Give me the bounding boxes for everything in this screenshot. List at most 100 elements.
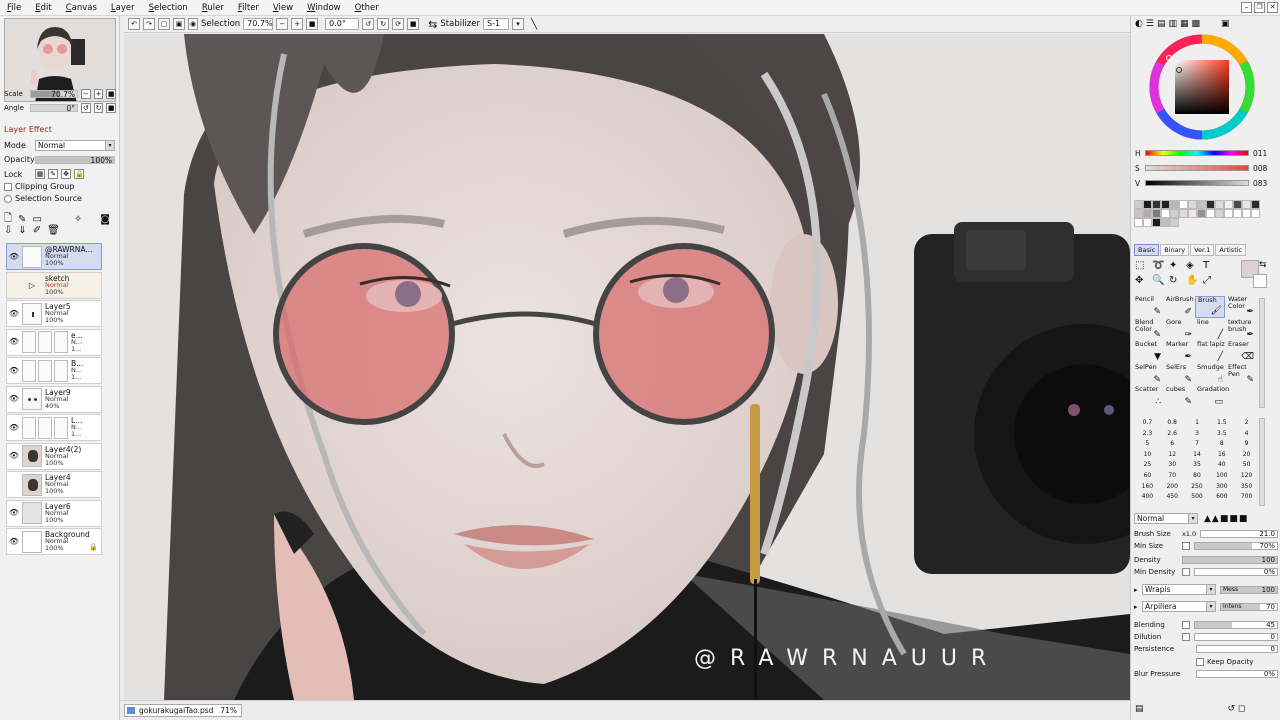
close-icon[interactable]: ▣ xyxy=(1221,19,1230,29)
brush-size-preset[interactable]: 1 xyxy=(1185,418,1210,429)
tool-selers[interactable]: SelErs ✎ xyxy=(1164,363,1194,386)
tool-eraser[interactable]: Eraser ⌫ xyxy=(1226,341,1256,363)
rotate-icon[interactable]: ↻ xyxy=(1169,275,1186,286)
tool-blend-color[interactable]: Blend Color ✎ xyxy=(1133,318,1163,341)
brush-size-preset[interactable]: 30 xyxy=(1160,460,1185,471)
color-swatch[interactable] xyxy=(1179,200,1188,209)
layer-row[interactable]: 👁 Layer5 Normal 100% xyxy=(6,300,102,327)
menu-canvas[interactable]: Canvas xyxy=(59,3,104,13)
color-swatch[interactable] xyxy=(1143,218,1152,227)
eye-icon[interactable]: 👁 xyxy=(8,536,20,548)
brush-size-preset[interactable]: 2 xyxy=(1234,418,1259,429)
value-slider[interactable] xyxy=(1145,180,1249,186)
color-swatch[interactable] xyxy=(1143,209,1152,218)
brush-size-preset[interactable]: 25 xyxy=(1135,460,1160,471)
layer-row[interactable]: 👁 Layer9 Normal 40% xyxy=(6,385,102,413)
brush-size-preset[interactable]: 400 xyxy=(1135,492,1160,503)
eye-icon[interactable]: 👁 xyxy=(8,336,20,348)
angle-field[interactable]: 0.0° xyxy=(325,18,360,30)
tool-line[interactable]: line ╱ xyxy=(1195,318,1225,341)
brush-size-preset[interactable]: 9 xyxy=(1234,439,1259,450)
blending-slider[interactable]: 45 xyxy=(1194,620,1278,629)
invert-selection-icon[interactable]: ▣ xyxy=(173,18,185,30)
move-icon[interactable]: ◈ xyxy=(1186,260,1203,271)
color-swatch[interactable] xyxy=(1206,200,1215,209)
layer-row[interactable]: 👁 Layer4(2) Normal 100% xyxy=(6,442,102,470)
zoom-in-icon[interactable]: + xyxy=(93,89,104,99)
brush-size-preset[interactable]: 0.7 xyxy=(1135,418,1160,429)
brush-size-preset[interactable]: 250 xyxy=(1185,482,1210,493)
tab-binary[interactable]: Binary xyxy=(1160,244,1190,256)
brush-size-preset[interactable]: 350 xyxy=(1234,482,1259,493)
zoom-field[interactable]: 70.7% xyxy=(243,18,274,30)
lock-brush-icon[interactable]: ✎ xyxy=(48,169,58,179)
brush-size-multiplier[interactable]: x1.0 xyxy=(1182,530,1200,538)
swatches-icon[interactable]: ▦ xyxy=(1180,19,1189,29)
rotate-cw-icon[interactable]: ↻ xyxy=(377,18,390,30)
brush-size-preset[interactable]: 2.6 xyxy=(1160,429,1185,440)
layer-effect-icon[interactable]: ✧ xyxy=(74,214,82,225)
layer-row[interactable]: 👁 L... N... 1... xyxy=(6,414,102,441)
brush-size-preset[interactable]: 3.5 xyxy=(1209,429,1234,440)
brush-size-preset[interactable]: 14 xyxy=(1185,450,1210,461)
drawing-canvas[interactable]: @RAWRNAUUR xyxy=(124,34,1130,700)
brush-size-preset[interactable]: 8 xyxy=(1209,439,1234,450)
color-swatch[interactable] xyxy=(1242,209,1251,218)
brush-texture-select[interactable]: Arpillera ▾ xyxy=(1142,601,1216,612)
min-size-slider[interactable]: 70% xyxy=(1194,541,1278,550)
brush-size-preset[interactable]: 500 xyxy=(1185,492,1210,503)
new-linework-layer-icon[interactable]: ✎ xyxy=(18,214,26,225)
color-swatch[interactable] xyxy=(1152,200,1161,209)
brush-size-preset[interactable]: 200 xyxy=(1160,482,1185,493)
brush-size-preset[interactable]: 3 xyxy=(1185,429,1210,440)
color-swatch[interactable] xyxy=(1134,200,1143,209)
brush-size-preset[interactable]: 5 xyxy=(1135,439,1160,450)
hsv-slider-icon[interactable]: ▤ xyxy=(1157,19,1166,29)
scale-slider[interactable]: 70.7% xyxy=(30,90,78,99)
redo-icon[interactable]: ↷ xyxy=(143,18,155,30)
layer-row[interactable]: 👁 e... N... 1... xyxy=(6,328,102,356)
brush-size-preset[interactable]: 16 xyxy=(1209,450,1234,461)
color-mix-icon[interactable]: ▥ xyxy=(1168,19,1177,29)
clear-layer-icon[interactable]: ✐ xyxy=(33,225,41,236)
lock-move-icon[interactable]: ✥ xyxy=(61,169,71,179)
magic-wand-icon[interactable]: ✦ xyxy=(1169,260,1186,271)
layer-row[interactable]: 👁 @RAWRNA... Normal 100% xyxy=(6,243,102,270)
eyedropper-icon[interactable]: ⤢ xyxy=(1203,275,1220,286)
brush-size-preset[interactable]: 0.8 xyxy=(1160,418,1185,429)
color-swatch[interactable] xyxy=(1215,209,1224,218)
layer-row[interactable]: 👁 Layer6 Normal 100% xyxy=(6,499,102,527)
color-swatch[interactable] xyxy=(1188,200,1197,209)
brush-size-preset[interactable]: 7 xyxy=(1185,439,1210,450)
clipping-group-checkbox[interactable] xyxy=(4,182,12,191)
brush-size-preset[interactable]: 120 xyxy=(1234,471,1259,482)
tool-texture-brush[interactable]: texture brush ✒ xyxy=(1226,318,1256,341)
color-swatch[interactable] xyxy=(1224,209,1233,218)
menu-window[interactable]: Window xyxy=(300,3,348,13)
brush-size-preset[interactable]: 80 xyxy=(1185,471,1210,482)
zoom-out-icon[interactable]: − xyxy=(276,18,289,30)
eye-icon[interactable]: 👁 xyxy=(8,422,20,434)
color-swatch[interactable] xyxy=(1233,209,1242,218)
folder-expand-icon[interactable]: ▷ xyxy=(22,281,42,290)
eye-icon[interactable]: 👁 xyxy=(8,365,20,377)
tool-scrollbar[interactable] xyxy=(1259,298,1265,408)
brush-size-preset[interactable]: 160 xyxy=(1135,482,1160,493)
saturation-slider[interactable] xyxy=(1145,165,1249,171)
tool-bucket[interactable]: Bucket ▼ xyxy=(1133,341,1163,363)
eye-icon[interactable]: 👁 xyxy=(8,507,20,519)
brush-shape-icons[interactable]: ▲▲■■■ xyxy=(1204,514,1248,524)
layer-row[interactable]: 👁 B... N... 1... xyxy=(6,357,102,384)
eye-icon[interactable] xyxy=(8,479,20,491)
brush-blend-select[interactable]: Normal ▾ xyxy=(1134,513,1198,524)
stabilizer-select[interactable]: S-1 xyxy=(483,18,509,30)
color-wheel-icon[interactable]: ◐ xyxy=(1135,19,1143,29)
lock-all-icon[interactable]: 🔒 xyxy=(74,169,84,179)
rgb-slider-icon[interactable]: ☰ xyxy=(1146,19,1154,29)
color-swatch[interactable] xyxy=(1134,209,1143,218)
opacity-slider[interactable]: 100% xyxy=(35,155,115,165)
lasso-icon[interactable]: ➰ xyxy=(1152,260,1169,271)
tool-cubes[interactable]: cubes ✎ xyxy=(1164,386,1194,408)
brush-size-preset[interactable]: 700 xyxy=(1234,492,1259,503)
rotate-ccw-icon[interactable]: ↺ xyxy=(81,103,91,113)
